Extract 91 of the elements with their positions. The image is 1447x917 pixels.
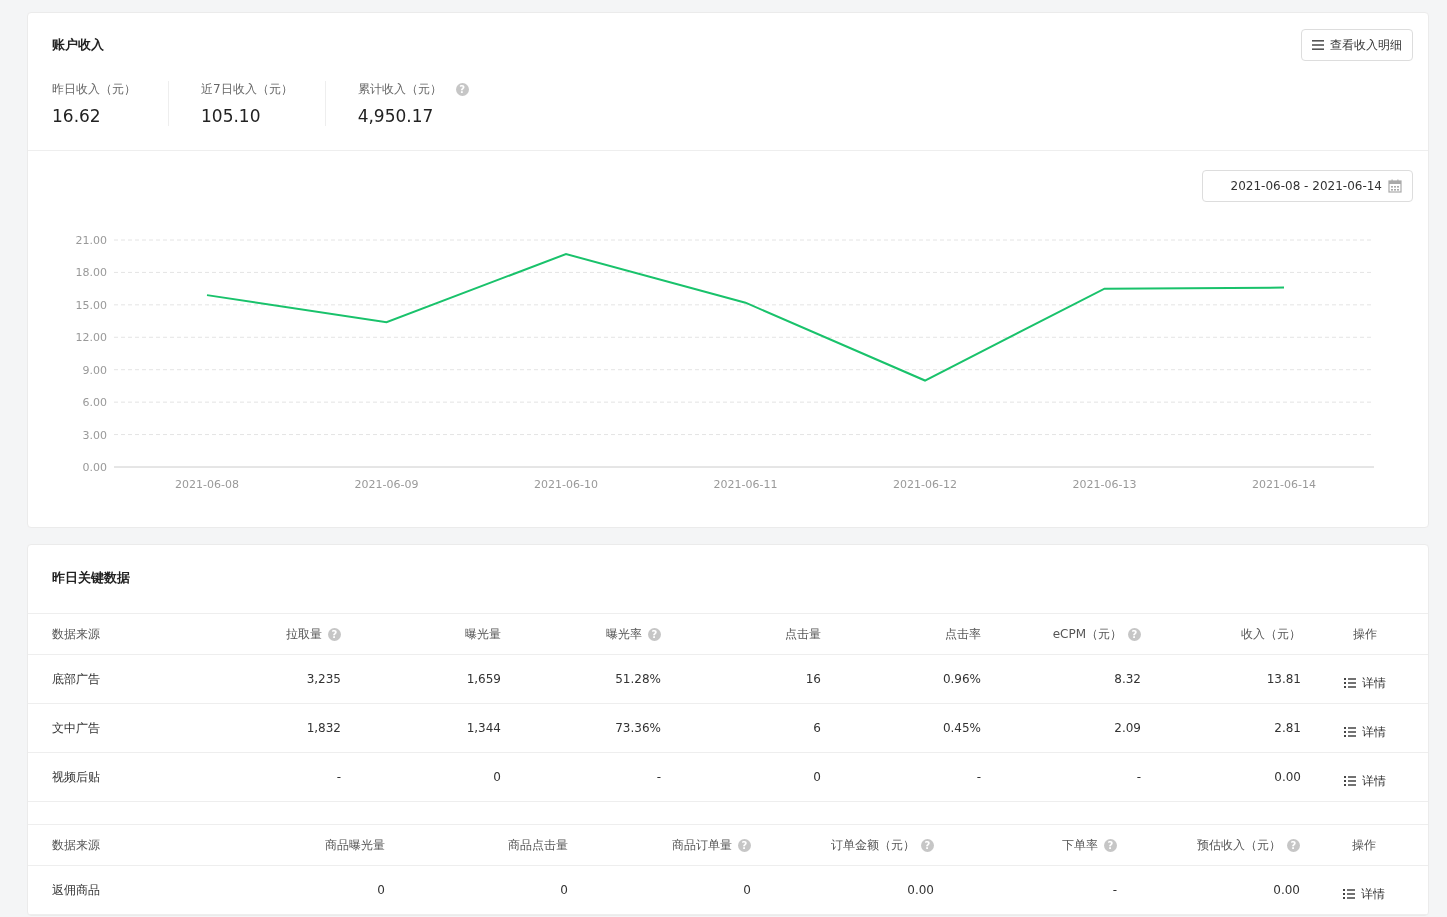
x-tick-label: 2021-06-13 (1072, 478, 1137, 491)
column-header: 拉取量 (286, 625, 322, 643)
table-cell: 0 (743, 883, 751, 897)
table-cell: - (656, 770, 661, 784)
table-cell: 2.09 (1114, 721, 1141, 735)
source-cell: 返佣商品 (52, 881, 100, 899)
card-title: 昨日关键数据 (28, 545, 1428, 614)
x-tick-label: 2021-06-11 (713, 478, 778, 491)
y-tick-label: 0.00 (82, 461, 107, 474)
stat-value: 4,950.17 (357, 106, 435, 126)
column-header: 点击率 (945, 625, 981, 643)
y-tick-label: 6.00 (82, 396, 107, 410)
column-header: eCPM（元） (1052, 625, 1122, 643)
source-cell: 文中广告 (52, 719, 100, 737)
help-icon[interactable]: ? (1287, 838, 1300, 852)
detail-link[interactable]: 详情 (1343, 666, 1386, 692)
menu-icon (1312, 40, 1324, 50)
column-header: 曝光率 (606, 625, 642, 643)
table-cell: 1,344 (466, 721, 501, 735)
table-cell: 0.96% (942, 672, 981, 686)
help-icon[interactable]: ? (328, 627, 341, 641)
list-icon (1343, 889, 1355, 899)
column-header: 曝光量 (465, 625, 501, 643)
table-cell: 1,659 (466, 672, 501, 686)
stat-label: 近7日收入（元） (201, 81, 293, 98)
table-cell: 0.00 (907, 883, 934, 897)
help-icon[interactable]: ? (738, 838, 751, 852)
table-cell: 0.00 (1273, 883, 1300, 897)
table-cell: - (976, 770, 981, 784)
column-header: 收入（元） (1241, 625, 1301, 643)
list-icon (1343, 776, 1356, 786)
column-header: 订单金额（元） (831, 836, 915, 854)
income-detail-button[interactable]: 查看收入明细 (1301, 29, 1413, 61)
y-tick-label: 18.00 (75, 266, 107, 280)
column-header: 商品点击量 (508, 836, 568, 854)
column-header: 商品曝光量 (325, 836, 385, 854)
stat-value: 16.62 (52, 106, 102, 126)
table-cell: 0.00 (1274, 770, 1301, 784)
column-header: 商品订单量 (672, 836, 732, 854)
column-header: 操作 (1352, 625, 1377, 643)
table-cell: 16 (805, 672, 821, 686)
table-cell: 0 (560, 883, 568, 897)
y-tick-label: 3.00 (82, 428, 107, 442)
table-cell: 6 (813, 721, 821, 735)
column-header: 下单率 (1062, 836, 1098, 854)
x-tick-label: 2021-06-12 (893, 478, 957, 491)
table-cell: 0 (813, 770, 821, 784)
table-cell: 0 (493, 770, 501, 784)
x-tick-label: 2021-06-14 (1252, 478, 1316, 491)
column-header: 操作 (1352, 836, 1376, 854)
y-tick-label: 15.00 (75, 298, 107, 312)
x-tick-label: 2021-06-09 (354, 478, 419, 491)
source-cell: 底部广告 (52, 670, 100, 688)
stat-label: 昨日收入（元） (52, 81, 136, 98)
help-icon[interactable]: ? (1104, 838, 1117, 852)
detail-link[interactable]: 详情 (1343, 764, 1386, 790)
table-cell: 13.81 (1266, 672, 1301, 686)
list-icon (1343, 678, 1356, 688)
help-icon[interactable]: ? (455, 83, 469, 96)
detail-link[interactable]: 详情 (1343, 715, 1386, 741)
table-cell: - (1136, 770, 1141, 784)
table-cell: 0.45% (942, 721, 981, 735)
table-cell: 2.81 (1274, 721, 1301, 735)
table-cell: 3,235 (306, 672, 341, 686)
column-header: 预估收入（元） (1197, 836, 1281, 854)
y-tick-label: 9.00 (82, 363, 107, 377)
x-tick-label: 2021-06-10 (534, 478, 598, 491)
card-title: 账户收入 (52, 36, 104, 54)
column-header: 数据来源 (52, 625, 100, 643)
source-cell: 视频后贴 (52, 768, 100, 786)
table-cell: 51.28% (615, 672, 661, 686)
list-icon (1343, 727, 1356, 737)
table-cell: - (1112, 883, 1117, 897)
date-range-picker[interactable]: 2021-06-08 - 2021-06-14 (1201, 170, 1413, 202)
detail-link[interactable]: 详情 (1343, 877, 1385, 903)
stat-value: 105.10 (201, 106, 262, 126)
stat-label: 累计收入（元） (357, 81, 442, 98)
table-cell: 73.36% (615, 721, 661, 735)
column-header: 数据来源 (52, 836, 100, 854)
calendar-icon (1388, 179, 1402, 193)
table-cell: - (336, 770, 341, 784)
y-tick-label: 12.00 (75, 331, 107, 345)
column-header: 点击量 (785, 625, 821, 643)
table-cell: 8.32 (1114, 672, 1141, 686)
x-tick-label: 2021-06-08 (175, 478, 239, 491)
table-cell: 0 (377, 883, 385, 897)
help-icon[interactable]: ? (921, 838, 934, 852)
y-tick-label: 21.00 (75, 234, 107, 247)
table-cell: 1,832 (306, 721, 341, 735)
help-icon[interactable]: ? (1128, 627, 1141, 641)
help-icon[interactable]: ? (648, 627, 661, 641)
